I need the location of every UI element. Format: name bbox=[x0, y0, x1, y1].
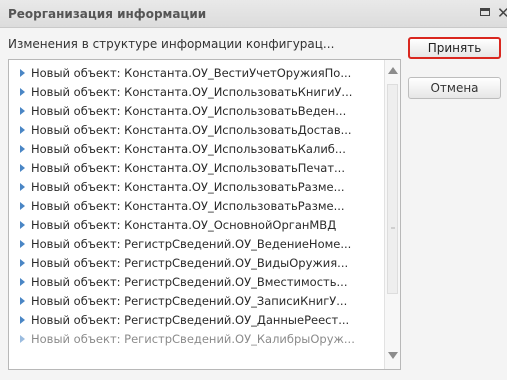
expand-triangle-icon[interactable] bbox=[20, 316, 25, 324]
list-item[interactable]: Новый объект: Константа.ОУ_ИспользоватьД… bbox=[9, 121, 383, 140]
changes-list-items: Новый объект: Константа.ОУ_ВестиУчетОруж… bbox=[9, 64, 383, 349]
expand-triangle-icon[interactable] bbox=[20, 335, 25, 343]
list-item[interactable]: Новый объект: РегистрСведений.ОУ_ДанныеР… bbox=[9, 311, 383, 330]
list-item[interactable]: Новый объект: Константа.ОУ_ИспользоватьР… bbox=[9, 197, 383, 216]
list-item-label: Новый объект: Константа.ОУ_ИспользоватьК… bbox=[31, 85, 353, 99]
list-item-label: Новый объект: РегистрСведений.ОУ_Вместим… bbox=[31, 275, 348, 289]
list-item-label: Новый объект: РегистрСведений.ОУ_Калибры… bbox=[31, 332, 355, 346]
expand-triangle-icon[interactable] bbox=[20, 88, 25, 96]
expand-triangle-icon[interactable] bbox=[20, 69, 25, 77]
list-item[interactable]: Новый объект: Константа.ОУ_ИспользоватьР… bbox=[9, 178, 383, 197]
scroll-down-arrow-icon[interactable] bbox=[385, 347, 400, 365]
expand-triangle-icon[interactable] bbox=[20, 145, 25, 153]
list-item-label: Новый объект: РегистрСведений.ОУ_ЗаписиК… bbox=[31, 294, 348, 308]
list-item-label: Новый объект: РегистрСведений.ОУ_Ведение… bbox=[31, 237, 352, 251]
list-item[interactable]: Новый объект: РегистрСведений.ОУ_Калибры… bbox=[9, 330, 383, 349]
list-item[interactable]: Новый объект: РегистрСведений.ОУ_ВидыОру… bbox=[9, 254, 383, 273]
maximize-icon[interactable] bbox=[479, 6, 493, 20]
list-item[interactable]: Новый объект: Константа.ОУ_ИспользоватьК… bbox=[9, 83, 383, 102]
close-icon[interactable]: ✕ bbox=[497, 6, 507, 20]
list-item-label: Новый объект: Константа.ОУ_ИспользоватьР… bbox=[31, 199, 345, 213]
expand-triangle-icon[interactable] bbox=[20, 259, 25, 267]
list-item[interactable]: Новый объект: Константа.ОУ_ИспользоватьК… bbox=[9, 140, 383, 159]
list-item[interactable]: Новый объект: РегистрСведений.ОУ_ЗаписиК… bbox=[9, 292, 383, 311]
window-title: Реорганизация информации bbox=[8, 7, 207, 21]
scroll-up-arrow-icon[interactable] bbox=[385, 62, 400, 80]
list-item-label: Новый объект: Константа.ОУ_ОсновнойОрган… bbox=[31, 218, 337, 232]
expand-triangle-icon[interactable] bbox=[20, 164, 25, 172]
scrollbar-grip bbox=[391, 227, 395, 229]
expand-triangle-icon[interactable] bbox=[20, 183, 25, 191]
vertical-scrollbar[interactable] bbox=[384, 60, 400, 369]
expand-triangle-icon[interactable] bbox=[20, 126, 25, 134]
list-item-label: Новый объект: Константа.ОУ_ВестиУчетОруж… bbox=[31, 66, 352, 80]
expand-triangle-icon[interactable] bbox=[20, 297, 25, 305]
cancel-button[interactable]: Отмена bbox=[408, 77, 501, 99]
reorganization-dialog: Реорганизация информации ✕ Изменения в с… bbox=[0, 0, 507, 380]
expand-triangle-icon[interactable] bbox=[20, 221, 25, 229]
title-bar[interactable]: Реорганизация информации ✕ bbox=[0, 0, 507, 28]
scrollbar-thumb[interactable] bbox=[387, 84, 398, 294]
list-item[interactable]: Новый объект: Константа.ОУ_ИспользоватьП… bbox=[9, 159, 383, 178]
list-item-label: Новый объект: РегистрСведений.ОУ_ДанныеР… bbox=[31, 313, 350, 327]
list-item[interactable]: Новый объект: Константа.ОУ_ОсновнойОрган… bbox=[9, 216, 383, 235]
list-item-label: Новый объект: Константа.ОУ_ИспользоватьД… bbox=[31, 123, 352, 137]
list-item[interactable]: Новый объект: РегистрСведений.ОУ_Ведение… bbox=[9, 235, 383, 254]
expand-triangle-icon[interactable] bbox=[20, 240, 25, 248]
list-item-label: Новый объект: Константа.ОУ_ИспользоватьВ… bbox=[31, 104, 347, 118]
accept-button[interactable]: Принять bbox=[408, 37, 501, 59]
info-message: Изменения в структуре информации конфигу… bbox=[8, 37, 335, 51]
list-item-label: Новый объект: Константа.ОУ_ИспользоватьП… bbox=[31, 161, 345, 175]
expand-triangle-icon[interactable] bbox=[20, 202, 25, 210]
list-item-label: Новый объект: Константа.ОУ_ИспользоватьР… bbox=[31, 180, 345, 194]
list-item[interactable]: Новый объект: РегистрСведений.ОУ_Вместим… bbox=[9, 273, 383, 292]
expand-triangle-icon[interactable] bbox=[20, 278, 25, 286]
changes-list[interactable]: Новый объект: Константа.ОУ_ВестиУчетОруж… bbox=[8, 59, 401, 370]
expand-triangle-icon[interactable] bbox=[20, 107, 25, 115]
list-item-label: Новый объект: РегистрСведений.ОУ_ВидыОру… bbox=[31, 256, 349, 270]
list-item[interactable]: Новый объект: Константа.ОУ_ВестиУчетОруж… bbox=[9, 64, 383, 83]
list-item[interactable]: Новый объект: Константа.ОУ_ИспользоватьВ… bbox=[9, 102, 383, 121]
list-item-label: Новый объект: Константа.ОУ_ИспользоватьК… bbox=[31, 142, 346, 156]
